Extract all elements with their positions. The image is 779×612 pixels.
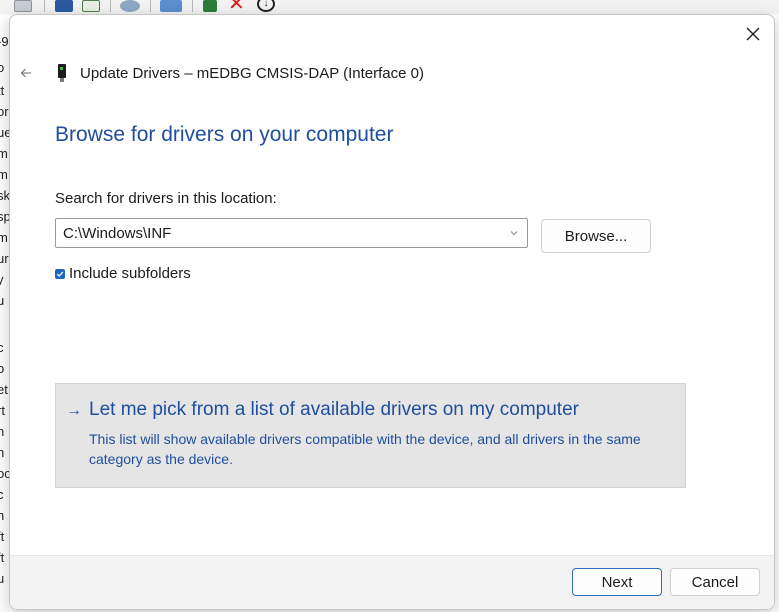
close-icon <box>746 27 760 41</box>
cancel-button[interactable]: Cancel <box>670 568 760 596</box>
tree-item-fragment[interactable]: n <box>0 445 4 460</box>
chevron-down-icon[interactable] <box>509 228 519 238</box>
toolbar-separator <box>192 0 193 12</box>
update-driver-icon[interactable] <box>203 0 217 12</box>
page-heading: Browse for drivers on your computer <box>55 123 394 146</box>
disable-device-icon[interactable]: ↓ <box>257 0 275 12</box>
pick-from-list-description: This list will show available drivers co… <box>89 431 641 467</box>
dialog-title-row: Update Drivers – mEDBG CMSIS-DAP (Interf… <box>56 62 424 84</box>
dialog-title: Update Drivers – mEDBG CMSIS-DAP (Interf… <box>80 64 424 82</box>
tree-item-fragment[interactable]: sp <box>0 209 9 224</box>
close-button[interactable] <box>738 21 768 47</box>
tree-item-fragment[interactable]: ft <box>0 529 4 544</box>
checkbox-checked-icon[interactable] <box>55 268 65 279</box>
usb-device-icon <box>56 64 66 82</box>
search-location-label: Search for drivers in this location: <box>55 190 277 207</box>
include-subfolders-label: Include subfolders <box>69 265 191 282</box>
tree-item-fragment[interactable]: sk <box>0 188 9 203</box>
arrow-right-icon: → <box>66 402 82 419</box>
help-icon[interactable] <box>55 0 73 12</box>
view-icon[interactable] <box>82 0 100 12</box>
tree-item-fragment[interactable]: oc <box>0 466 9 481</box>
back-button[interactable] <box>16 63 36 83</box>
include-subfolders-checkbox[interactable]: Include subfolders <box>55 265 191 282</box>
pick-from-list-title: Let me pick from a list of available dri… <box>89 399 579 420</box>
tree-item-fragment[interactable]: o <box>0 361 4 376</box>
toolbar-separator <box>44 0 45 12</box>
tree-item-fragment[interactable]: ur <box>0 251 9 266</box>
scan-hardware-icon[interactable] <box>120 0 140 12</box>
back-arrow-icon <box>20 68 31 78</box>
update-drivers-dialog: Update Drivers – mEDBG CMSIS-DAP (Interf… <box>9 14 775 610</box>
background-toolbar: ✕ ↓ <box>0 0 779 14</box>
tree-item-fragment[interactable]: m <box>0 167 8 182</box>
monitor-icon[interactable] <box>160 0 182 12</box>
tree-item-fragment[interactable]: ft <box>0 550 4 565</box>
pick-from-list-option[interactable]: → Let me pick from a list of available d… <box>55 383 686 488</box>
tree-item-fragment[interactable]: -9 <box>0 34 9 49</box>
tree-item-fragment[interactable]: et <box>0 382 8 397</box>
toolbar-separator <box>110 0 111 12</box>
driver-path-value: C:\Windows\INF <box>63 224 172 242</box>
toolbar-separator <box>150 0 151 12</box>
tree-item-fragment[interactable]: c <box>0 487 4 502</box>
tree-item-fragment[interactable]: or <box>0 104 9 119</box>
tree-item-fragment[interactable]: u <box>0 571 4 586</box>
background-device-tree: -9ottoruemmskspmuryucoetrtnnoccnftftu <box>0 14 9 612</box>
tree-item-fragment[interactable]: y <box>0 272 4 287</box>
browse-button[interactable]: Browse... <box>541 219 651 253</box>
tree-item-fragment[interactable]: c <box>0 340 4 355</box>
tree-item-fragment[interactable]: rt <box>0 403 5 418</box>
tree-item-fragment[interactable]: m <box>0 230 8 245</box>
uninstall-icon[interactable]: ✕ <box>228 0 245 14</box>
tree-item-fragment[interactable]: o <box>0 60 4 75</box>
tree-item-fragment[interactable]: ue <box>0 125 9 140</box>
tree-item-fragment[interactable]: tt <box>0 83 4 98</box>
tree-item-fragment[interactable]: u <box>0 293 4 308</box>
driver-path-combobox[interactable]: C:\Windows\INF <box>55 218 528 248</box>
tree-item-fragment[interactable]: m <box>0 146 8 161</box>
properties-icon[interactable] <box>14 0 32 12</box>
tree-item-fragment[interactable]: n <box>0 508 4 523</box>
tree-item-fragment[interactable]: n <box>0 424 4 439</box>
next-button[interactable]: Next <box>572 568 662 596</box>
dialog-footer: Next Cancel <box>10 555 774 609</box>
